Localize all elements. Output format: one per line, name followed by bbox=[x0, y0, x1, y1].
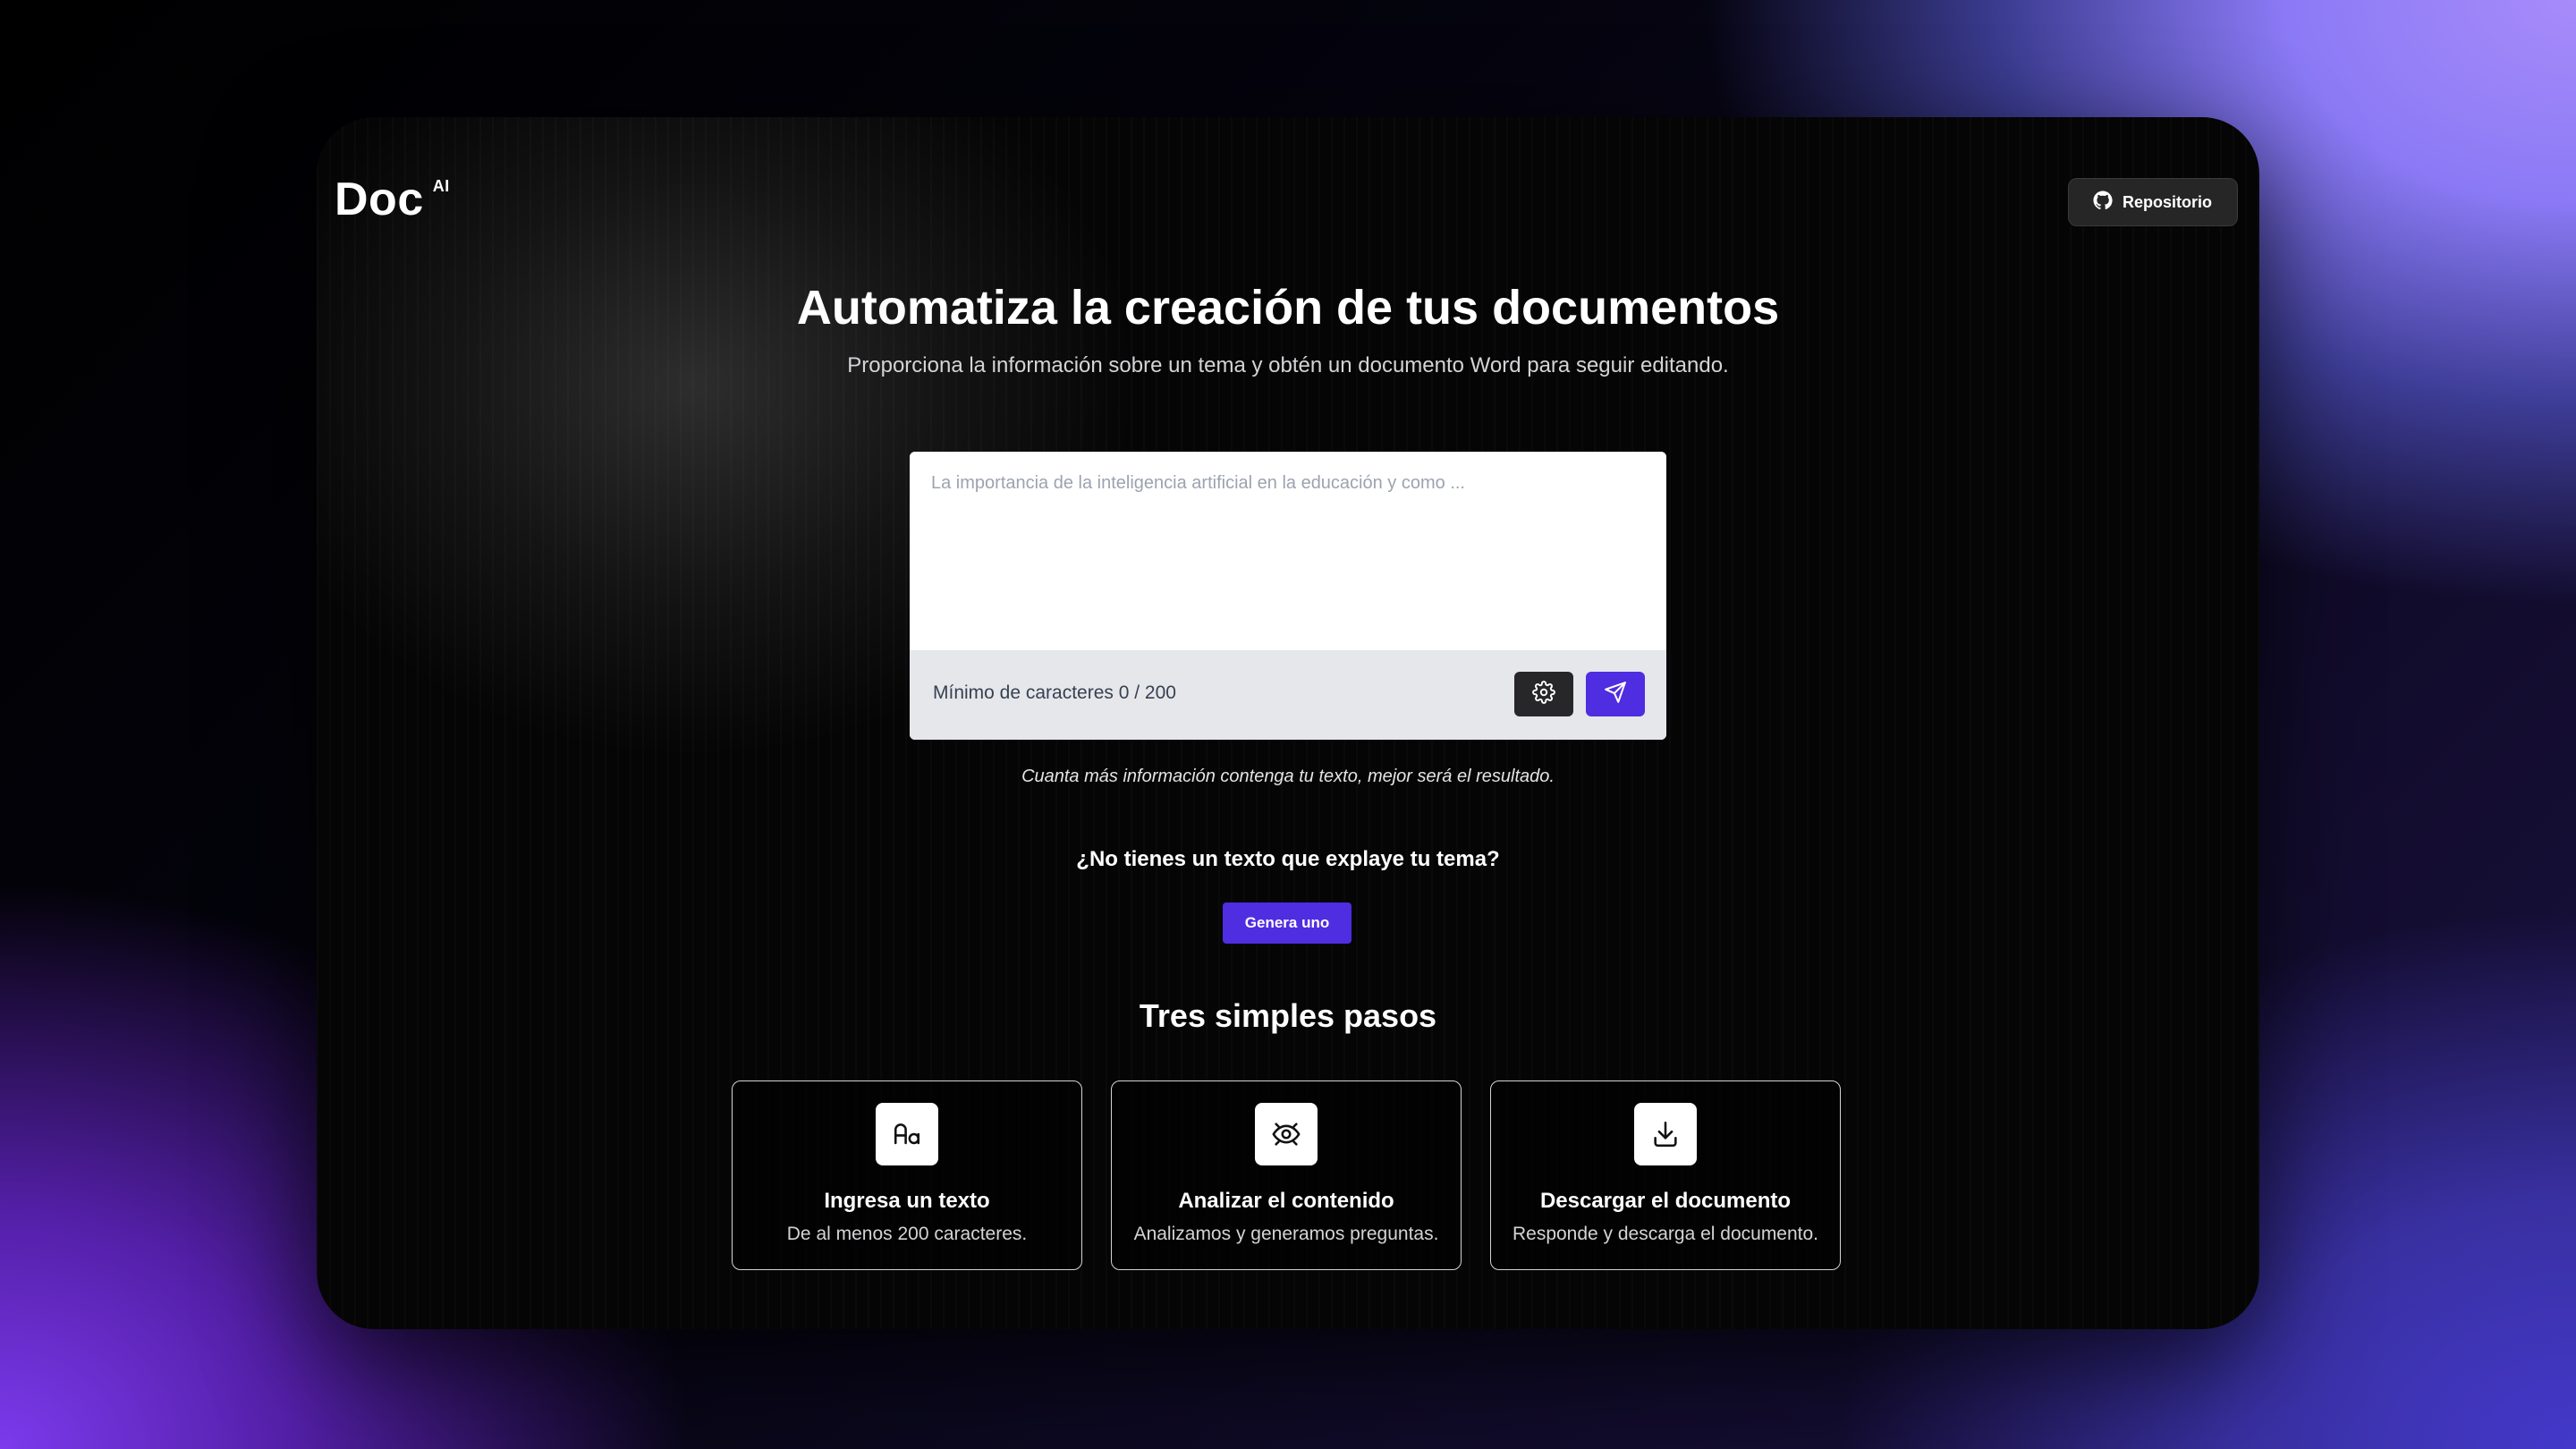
generate-button[interactable]: Genera uno bbox=[1223, 902, 1352, 944]
text-format-icon bbox=[876, 1103, 938, 1165]
input-footer: Mínimo de caracteres 0 / 200 bbox=[910, 650, 1666, 740]
page-title: Automatiza la creación de tus documentos bbox=[796, 281, 1780, 335]
step-title: Analizar el contenido bbox=[1178, 1189, 1394, 1213]
step-card-3: Descargar el documento Responde y descar… bbox=[1490, 1080, 1841, 1270]
steps-title: Tres simples pasos bbox=[1139, 997, 1437, 1034]
send-icon bbox=[1604, 681, 1627, 708]
settings-button[interactable] bbox=[1514, 672, 1573, 716]
eye-scan-icon bbox=[1255, 1103, 1318, 1165]
generate-question: ¿No tienes un texto que explaye tu tema? bbox=[1076, 847, 1500, 871]
step-card-1: Ingresa un texto De al menos 200 caracte… bbox=[732, 1080, 1082, 1270]
repository-button-label: Repositorio bbox=[2122, 192, 2212, 211]
github-icon bbox=[2092, 190, 2114, 216]
step-title: Ingresa un texto bbox=[824, 1189, 990, 1213]
send-button[interactable] bbox=[1586, 672, 1645, 716]
topic-input-card: Mínimo de caracteres 0 / 200 bbox=[910, 452, 1666, 740]
step-card-2: Analizar el contenido Analizamos y gener… bbox=[1111, 1080, 1462, 1270]
step-description: Analizamos y generamos preguntas. bbox=[1133, 1224, 1439, 1244]
logo-text: Doc bbox=[335, 174, 424, 225]
step-description: De al menos 200 caracteres. bbox=[786, 1224, 1028, 1244]
char-count: Mínimo de caracteres 0 / 200 bbox=[933, 682, 1176, 703]
app-window: Doc AI Repositorio Automatiza la creación… bbox=[317, 117, 2259, 1329]
step-description: Responde y descarga el documento. bbox=[1512, 1224, 1819, 1244]
repository-button[interactable]: Repositorio bbox=[2067, 178, 2238, 226]
topic-textarea[interactable] bbox=[910, 452, 1666, 650]
download-icon bbox=[1634, 1103, 1697, 1165]
step-title: Descargar el documento bbox=[1539, 1189, 1792, 1213]
hint-text: Cuanta más información contenga tu texto… bbox=[1021, 767, 1555, 786]
page-subtitle: Proporciona la información sobre un tema… bbox=[847, 353, 1729, 377]
logo-badge: AI bbox=[432, 177, 450, 195]
gear-icon bbox=[1532, 680, 1555, 708]
logo[interactable]: Doc AI bbox=[335, 173, 450, 226]
